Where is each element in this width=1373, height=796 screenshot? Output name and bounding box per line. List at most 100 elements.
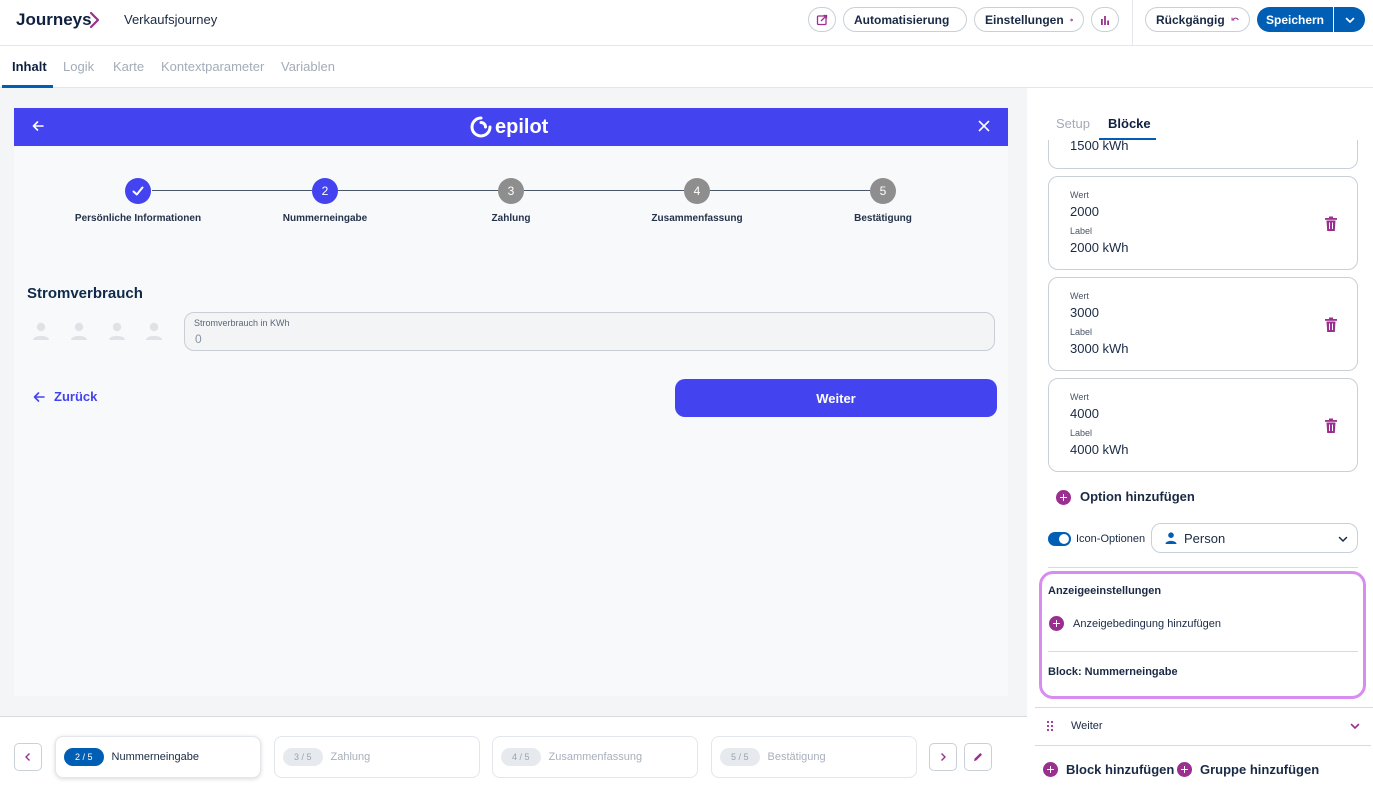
chevron-down-icon (1345, 17, 1354, 23)
tab-setup[interactable]: Setup (1056, 116, 1090, 131)
person-icon[interactable] (30, 320, 52, 342)
app-title[interactable]: Journeys (16, 10, 92, 30)
bar-chart-icon (1101, 15, 1109, 25)
step-card-zahlung[interactable]: 3 / 5 Zahlung (274, 736, 480, 778)
save-options-button[interactable] (1334, 7, 1365, 32)
step-4[interactable]: 4 (684, 178, 710, 204)
tab-variablen[interactable]: Variablen (281, 59, 335, 74)
undo-label: Rückgängig (1156, 12, 1225, 27)
add-condition-icon[interactable] (1049, 616, 1064, 631)
step-card-zusammenfassung[interactable]: 4 / 5 Zusammenfassung (492, 736, 698, 778)
step-badge: 5 / 5 (720, 748, 760, 766)
section-title: Stromverbrauch (27, 285, 143, 302)
tab-inhalt[interactable]: Inhalt (12, 59, 47, 74)
step-badge: 3 / 5 (283, 748, 323, 766)
step-card-label: Bestätigung (767, 751, 826, 763)
stepper-line (338, 190, 498, 191)
step-card-label: Zusammenfassung (548, 751, 643, 763)
close-icon[interactable] (977, 119, 991, 133)
tab-bloecke[interactable]: Blöcke (1108, 116, 1151, 131)
block-row-weiter[interactable]: Weiter (1071, 720, 1103, 732)
icon-select-value: Person (1184, 531, 1226, 546)
step-label: Zusammenfassung (651, 213, 743, 224)
stepper-line (524, 190, 684, 191)
automation-button[interactable]: Automatisierung (843, 7, 967, 32)
divider (1035, 707, 1373, 708)
undo-button[interactable]: Rückgängig (1145, 7, 1250, 32)
chevron-down-icon[interactable] (1349, 720, 1361, 732)
right-panel-tabs (1027, 88, 1373, 140)
step-1-done[interactable] (125, 178, 151, 204)
drag-handle-icon[interactable] (1046, 720, 1054, 732)
option-label[interactable]: 2000 kWh (1070, 240, 1129, 255)
chevron-left-icon (25, 753, 30, 761)
chevron-right-icon (941, 753, 946, 761)
pencil-icon (974, 753, 982, 761)
label-caption: Label (1070, 428, 1093, 438)
step-label: Bestätigung (854, 213, 912, 224)
external-link-icon (816, 14, 828, 25)
value-caption: Wert (1070, 291, 1089, 301)
add-group-button[interactable]: Gruppe hinzufügen (1200, 762, 1319, 777)
person-icon[interactable] (106, 320, 128, 342)
chevron-right-icon (89, 11, 100, 29)
option-label[interactable]: 4000 kWh (1070, 442, 1129, 457)
checkmark-icon (132, 186, 144, 196)
add-block-button[interactable]: Block hinzufügen (1066, 762, 1174, 777)
tab-kontextparameter[interactable]: Kontextparameter (161, 59, 264, 74)
option-value[interactable]: 2000 (1070, 204, 1099, 219)
logo-text: epilot (495, 115, 549, 138)
step-badge: 4 / 5 (501, 748, 541, 766)
stepper-line (710, 190, 870, 191)
icon-options-toggle[interactable] (1048, 532, 1071, 546)
option-label[interactable]: 1500 kWh (1070, 138, 1129, 153)
add-condition-button[interactable]: Anzeigebedingung hinzufügen (1073, 618, 1221, 630)
next-button[interactable]: Weiter (675, 379, 997, 417)
step-badge: 2 / 5 (64, 748, 104, 766)
consumption-field[interactable]: Stromverbrauch in KWh 0 (184, 312, 995, 351)
settings-label: Einstellungen (985, 12, 1064, 27)
settings-button[interactable]: Einstellungen (974, 7, 1084, 32)
add-group-icon[interactable] (1177, 762, 1192, 777)
option-value[interactable]: 4000 (1070, 406, 1099, 421)
step-2-active[interactable]: 2 (312, 178, 338, 204)
trash-icon[interactable] (1324, 216, 1338, 232)
trash-icon[interactable] (1324, 317, 1338, 333)
journey-name[interactable]: Verkaufsjourney (124, 12, 217, 27)
value-caption: Wert (1070, 392, 1089, 402)
step-card-nummerneingabe[interactable]: 2 / 5 Nummerneingabe (55, 736, 261, 778)
option-value[interactable]: 3000 (1070, 305, 1099, 320)
block-label: Block: Nummerneingabe (1048, 666, 1178, 678)
step-3[interactable]: 3 (498, 178, 524, 204)
option-card: Wert 3000 Label 3000 kWh (1048, 277, 1358, 371)
step-card-label: Zahlung (330, 751, 371, 763)
trash-icon[interactable] (1324, 418, 1338, 434)
step-card-bestaetigung[interactable]: 5 / 5 Bestätigung (711, 736, 917, 778)
automation-label: Automatisierung (854, 12, 950, 27)
icon-select[interactable]: Person (1151, 523, 1358, 553)
display-settings-title: Anzeigeeinstellungen (1048, 585, 1162, 597)
add-block-icon[interactable] (1043, 762, 1058, 777)
header-divider (1132, 0, 1133, 46)
edit-step-button[interactable] (964, 743, 992, 771)
divider (1035, 745, 1371, 746)
back-link[interactable]: Zurück (32, 389, 97, 404)
person-icon[interactable] (143, 320, 165, 342)
arrow-left-icon[interactable] (31, 119, 45, 133)
undo-icon (1231, 17, 1239, 20)
divider (1048, 651, 1358, 652)
tab-karte[interactable]: Karte (113, 59, 144, 74)
open-external-button[interactable] (808, 7, 836, 32)
option-label[interactable]: 3000 kWh (1070, 341, 1129, 356)
field-value[interactable]: 0 (195, 332, 202, 346)
tab-logik[interactable]: Logik (63, 59, 94, 74)
step-5[interactable]: 5 (870, 178, 896, 204)
save-button[interactable]: Speichern (1257, 7, 1333, 32)
prev-step-button[interactable] (14, 743, 42, 771)
add-option-button[interactable]: Option hinzufügen (1080, 489, 1195, 504)
add-option-icon[interactable] (1056, 490, 1071, 505)
analytics-button[interactable] (1091, 7, 1119, 32)
person-icon[interactable] (68, 320, 90, 342)
next-step-button[interactable] (929, 743, 957, 771)
field-label: Stromverbrauch in KWh (194, 318, 290, 328)
